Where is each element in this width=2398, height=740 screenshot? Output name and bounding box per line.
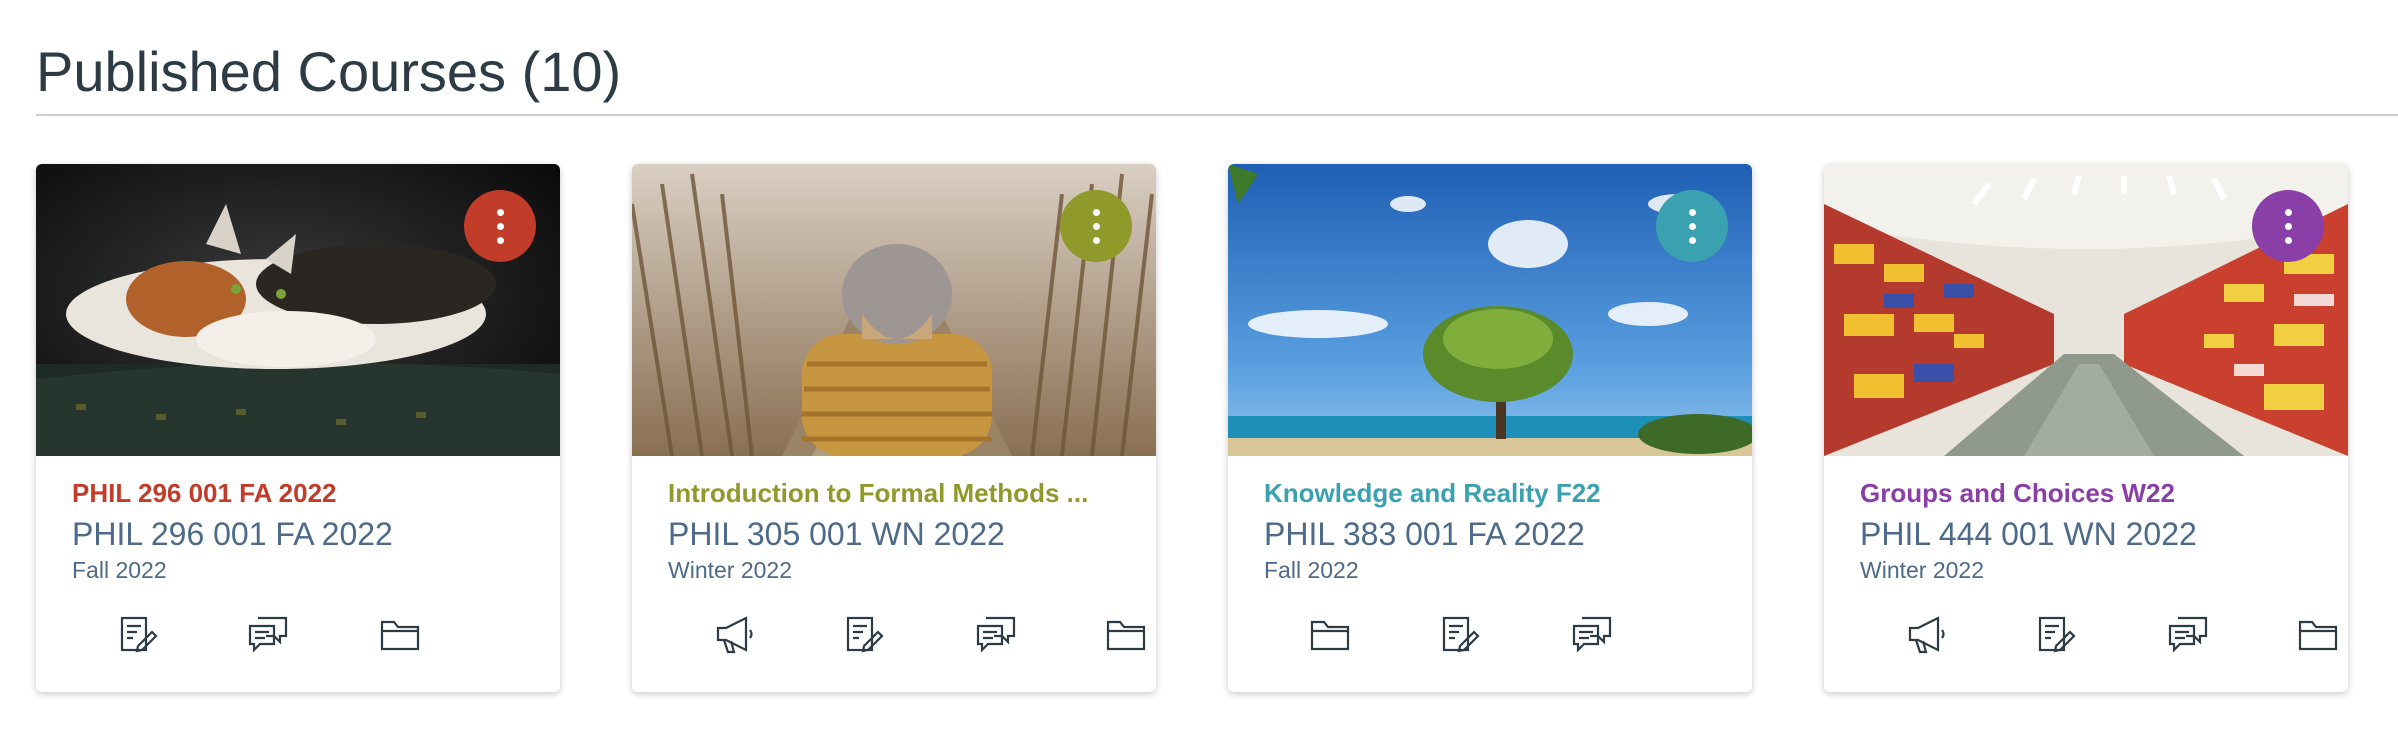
discussions-icon (248, 616, 288, 653)
folder-icon (380, 620, 420, 651)
assignments-button[interactable] (116, 612, 160, 656)
course-code: PHIL 444 001 WN 2022 (1860, 516, 2197, 552)
files-button[interactable] (1308, 612, 1352, 656)
course-term: Winter 2022 (1860, 557, 1985, 583)
course-image[interactable] (632, 164, 1156, 456)
kebab-icon (496, 208, 504, 244)
announcements-button[interactable] (1904, 612, 1948, 656)
course-code: PHIL 296 001 FA 2022 (72, 516, 393, 552)
card-info: Knowledge and Reality F22 PHIL 383 001 F… (1264, 476, 1724, 584)
course-card[interactable]: Groups and Choices W22 PHIL 444 001 WN 2… (1824, 164, 2348, 692)
assignments-button[interactable] (1438, 612, 1482, 656)
discussions-button[interactable] (246, 612, 290, 656)
assignments-icon (846, 616, 884, 653)
kebab-icon (1092, 208, 1100, 244)
files-button[interactable] (378, 612, 422, 656)
card-options-button[interactable] (2252, 190, 2324, 262)
card-options-button[interactable] (1656, 190, 1728, 262)
page-header: Published Courses (10) (36, 36, 2398, 116)
course-term: Winter 2022 (668, 557, 793, 583)
card-options-button[interactable] (464, 190, 536, 262)
course-image[interactable] (1824, 164, 2348, 456)
announcements-button[interactable] (712, 612, 756, 656)
megaphone-icon (1908, 616, 1945, 654)
course-card[interactable]: PHIL 296 001 FA 2022 PHIL 296 001 FA 202… (36, 164, 560, 692)
folder-icon (2298, 620, 2338, 651)
discussions-button[interactable] (2166, 612, 2210, 656)
megaphone-icon (716, 616, 753, 654)
course-title[interactable]: PHIL 296 001 FA 2022 (72, 476, 532, 510)
discussions-button[interactable] (1570, 612, 1614, 656)
course-card[interactable]: Introduction to Formal Methods ... PHIL … (632, 164, 1156, 692)
folder-icon (1310, 620, 1350, 651)
page-title: Published Courses (10) (36, 40, 622, 103)
course-code: PHIL 383 001 FA 2022 (1264, 516, 1585, 552)
kebab-icon (1688, 208, 1696, 244)
course-image[interactable] (1228, 164, 1752, 456)
discussions-icon (2168, 616, 2208, 653)
assignments-button[interactable] (842, 612, 886, 656)
course-title[interactable]: Knowledge and Reality F22 (1264, 476, 1724, 510)
assignments-icon (2038, 616, 2076, 653)
course-image[interactable] (36, 164, 560, 456)
discussions-icon (1572, 616, 1612, 653)
files-button[interactable] (2296, 612, 2340, 656)
files-button[interactable] (1104, 612, 1148, 656)
course-term: Fall 2022 (72, 557, 167, 583)
card-info: PHIL 296 001 FA 2022 PHIL 296 001 FA 202… (72, 476, 532, 584)
course-title[interactable]: Introduction to Formal Methods ... (668, 476, 1128, 510)
assignments-button[interactable] (2034, 612, 2078, 656)
discussions-button[interactable] (974, 612, 1018, 656)
card-options-button[interactable] (1060, 190, 1132, 262)
course-card[interactable]: Knowledge and Reality F22 PHIL 383 001 F… (1228, 164, 1752, 692)
card-info: Introduction to Formal Methods ... PHIL … (668, 476, 1128, 584)
folder-icon (1106, 620, 1146, 651)
course-code: PHIL 305 001 WN 2022 (668, 516, 1005, 552)
kebab-icon (2284, 208, 2292, 244)
course-title[interactable]: Groups and Choices W22 (1860, 476, 2320, 510)
discussions-icon (976, 616, 1016, 653)
assignments-icon (1442, 616, 1480, 653)
course-term: Fall 2022 (1264, 557, 1359, 583)
card-info: Groups and Choices W22 PHIL 444 001 WN 2… (1860, 476, 2320, 584)
assignments-icon (120, 616, 158, 653)
